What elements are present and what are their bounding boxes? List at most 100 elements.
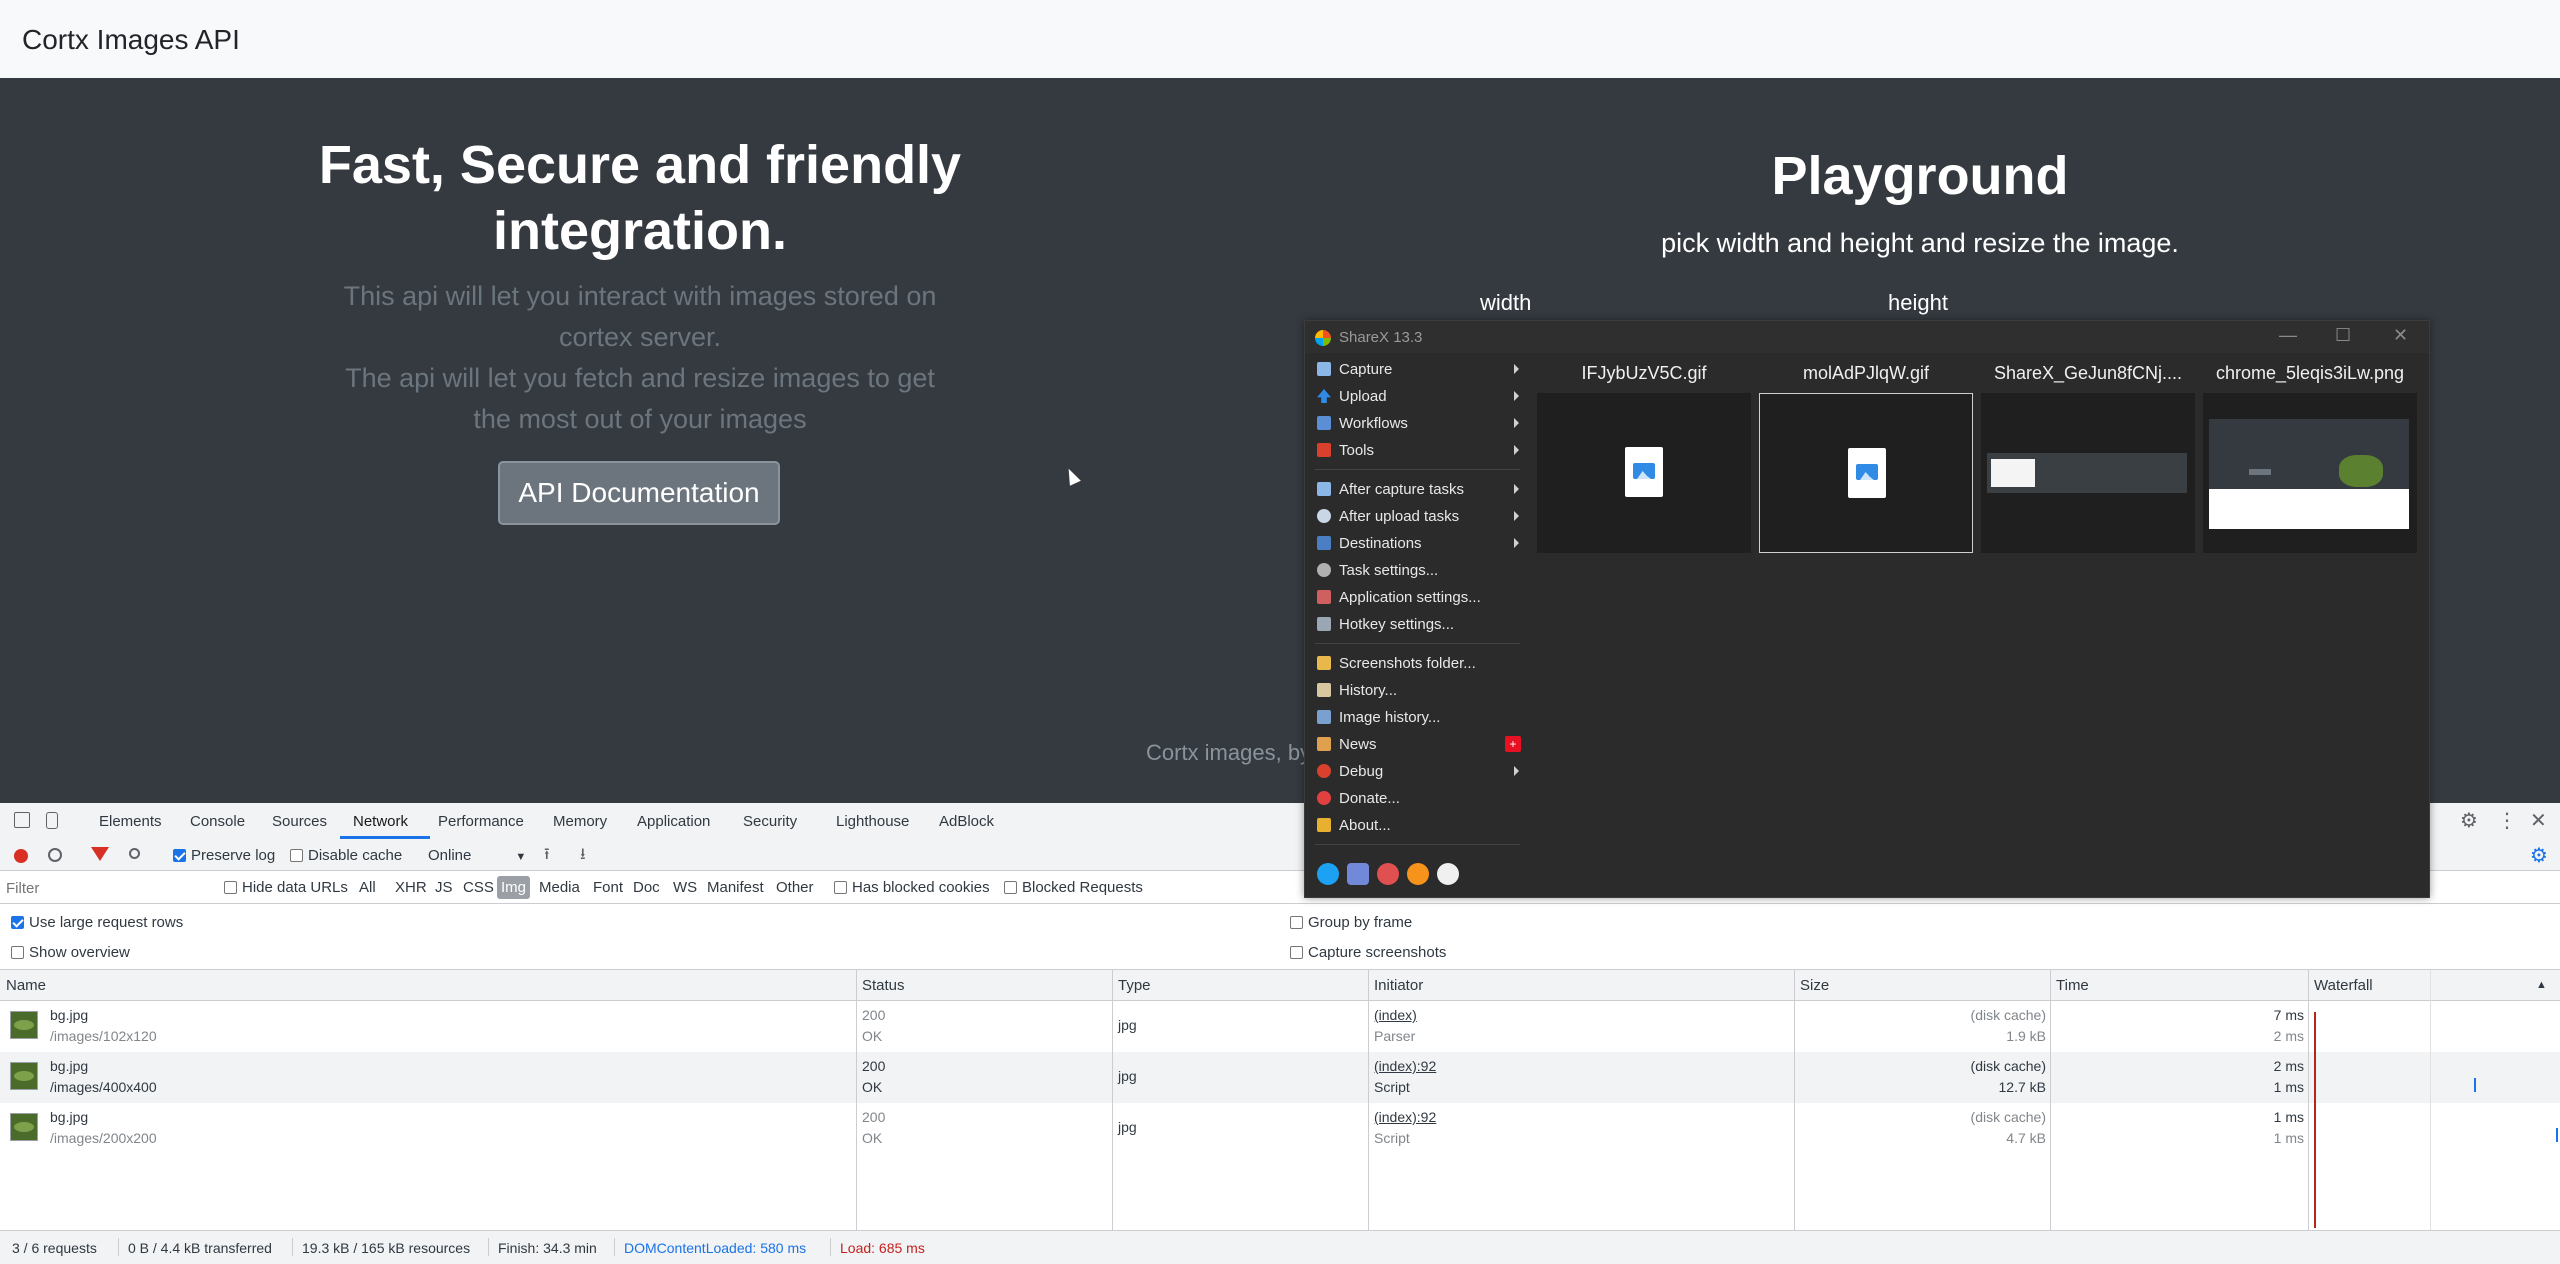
column-divider[interactable] [1112,970,1113,1232]
download-har-icon[interactable]: ⭳ [580,843,586,870]
column-size[interactable]: Size [1800,977,1829,994]
menu-task-settings[interactable]: Task settings... [1307,558,1525,584]
hide-data-urls-checkbox[interactable]: Hide data URLs [224,879,348,896]
filter-xhr[interactable]: XHR [392,879,430,896]
menu-debug[interactable]: Debug [1307,759,1525,785]
request-path: /images/200x200 [50,1130,157,1146]
gear-icon[interactable]: ⚙ [2460,808,2478,833]
menu-after-capture[interactable]: After capture tasks [1307,477,1525,503]
sharex-titlebar[interactable]: ShareX 13.3 — ☐ ✕ [1305,321,2429,353]
search-icon[interactable] [129,848,140,859]
column-divider[interactable] [2308,970,2309,1232]
menu-about[interactable]: About... [1307,813,1525,839]
maximize-icon[interactable]: ☐ [2335,325,2351,346]
filter-manifest[interactable]: Manifest [704,879,767,896]
filter-font[interactable]: Font [590,879,626,896]
column-divider[interactable] [856,970,857,1232]
tab-console[interactable]: Console [190,813,245,830]
table-row[interactable]: bg.jpg /images/102x120 200 OK jpg (index… [0,1001,2560,1052]
menu-donate[interactable]: Donate... [1307,786,1525,812]
inspect-element-icon[interactable] [14,812,30,828]
filter-js[interactable]: JS [432,879,456,896]
menu-tools[interactable]: Tools [1307,438,1525,464]
filter-css[interactable]: CSS [460,879,497,896]
device-toolbar-icon[interactable] [46,812,58,829]
menu-news[interactable]: News + [1307,732,1525,758]
tab-security[interactable]: Security [743,813,797,830]
table-row[interactable]: bg.jpg /images/200x200 200 OK jpg (index… [0,1103,2560,1154]
menu-upload[interactable]: Upload [1307,384,1525,410]
column-divider[interactable] [2050,970,2051,1232]
minimize-icon[interactable]: — [2279,325,2297,346]
request-name[interactable]: bg.jpg [50,1007,88,1023]
request-name[interactable]: bg.jpg [50,1058,88,1074]
menu-hotkey-settings[interactable]: Hotkey settings... [1307,612,1525,638]
use-large-rows-checkbox[interactable]: Use large request rows [11,914,183,931]
menu-screenshots-folder[interactable]: Screenshots folder... [1307,651,1525,677]
bitcoin-icon[interactable] [1407,863,1429,885]
discord-icon[interactable] [1347,863,1369,885]
file-preview[interactable] [1981,393,2195,553]
twitter-icon[interactable] [1317,863,1339,885]
tab-memory[interactable]: Memory [553,813,607,830]
tab-lighthouse[interactable]: Lighthouse [836,813,909,830]
column-status[interactable]: Status [862,977,905,994]
file-preview[interactable] [1537,393,1751,553]
request-name[interactable]: bg.jpg [50,1109,88,1125]
preserve-log-checkbox[interactable]: Preserve log [173,847,275,864]
tab-network[interactable]: Network [353,813,408,830]
upload-har-icon[interactable]: ⭱ [544,843,550,870]
file-preview-selected[interactable] [1759,393,1973,553]
tab-application[interactable]: Application [637,813,710,830]
network-settings-icon[interactable]: ⚙ [2530,843,2548,868]
filter-ws[interactable]: WS [670,879,700,896]
filter-icon[interactable] [91,847,109,861]
table-row[interactable]: bg.jpg /images/400x400 200 OK jpg (index… [0,1052,2560,1103]
tab-elements[interactable]: Elements [99,813,162,830]
filter-doc[interactable]: Doc [630,879,663,896]
disable-cache-checkbox[interactable]: Disable cache [290,847,402,864]
column-type[interactable]: Type [1118,977,1151,994]
tab-sources[interactable]: Sources [272,813,327,830]
close-icon[interactable]: ✕ [2393,325,2408,346]
filter-media[interactable]: Media [536,879,583,896]
tab-adblock[interactable]: AdBlock [939,813,994,830]
column-waterfall[interactable]: Waterfall [2314,977,2373,994]
tab-performance[interactable]: Performance [438,813,524,830]
filter-img[interactable]: Img [497,876,531,899]
filter-other[interactable]: Other [773,879,817,896]
request-initiator[interactable]: (index):92 [1374,1058,1436,1074]
column-name[interactable]: Name [6,977,46,994]
github-icon[interactable] [1437,863,1459,885]
menu-application-settings[interactable]: Application settings... [1307,585,1525,611]
capture-screenshots-checkbox[interactable]: Capture screenshots [1290,944,1446,961]
column-time[interactable]: Time [2056,977,2089,994]
api-documentation-button[interactable]: API Documentation [498,461,780,525]
menu-history[interactable]: History... [1307,678,1525,704]
request-initiator[interactable]: (index):92 [1374,1109,1436,1125]
menu-destinations[interactable]: Destinations [1307,531,1525,557]
menu-image-history[interactable]: Image history... [1307,705,1525,731]
show-overview-checkbox[interactable]: Show overview [11,944,130,961]
menu-after-upload[interactable]: After upload tasks [1307,504,1525,530]
record-icon[interactable] [14,849,28,863]
column-divider[interactable] [1794,970,1795,1232]
brand-title[interactable]: Cortx Images API [22,24,240,56]
news-icon [1317,737,1331,751]
more-options-icon[interactable]: ⋮ [2497,808,2517,833]
blocked-requests-checkbox[interactable]: Blocked Requests [1004,879,1143,896]
group-by-frame-checkbox[interactable]: Group by frame [1290,914,1412,931]
filter-all[interactable]: All [356,879,379,896]
request-initiator[interactable]: (index) [1374,1007,1417,1023]
column-divider[interactable] [1368,970,1369,1232]
file-preview[interactable] [2203,393,2417,553]
throttle-select[interactable]: Online ▼ [428,847,526,864]
filter-input[interactable] [4,877,214,899]
clear-icon[interactable] [48,848,62,862]
menu-capture[interactable]: Capture [1307,357,1525,383]
has-blocked-cookies-checkbox[interactable]: Has blocked cookies [834,879,990,896]
menu-workflows[interactable]: Workflows [1307,411,1525,437]
patreon-icon[interactable] [1377,863,1399,885]
column-initiator[interactable]: Initiator [1374,977,1423,994]
close-icon[interactable]: ✕ [2530,808,2547,833]
